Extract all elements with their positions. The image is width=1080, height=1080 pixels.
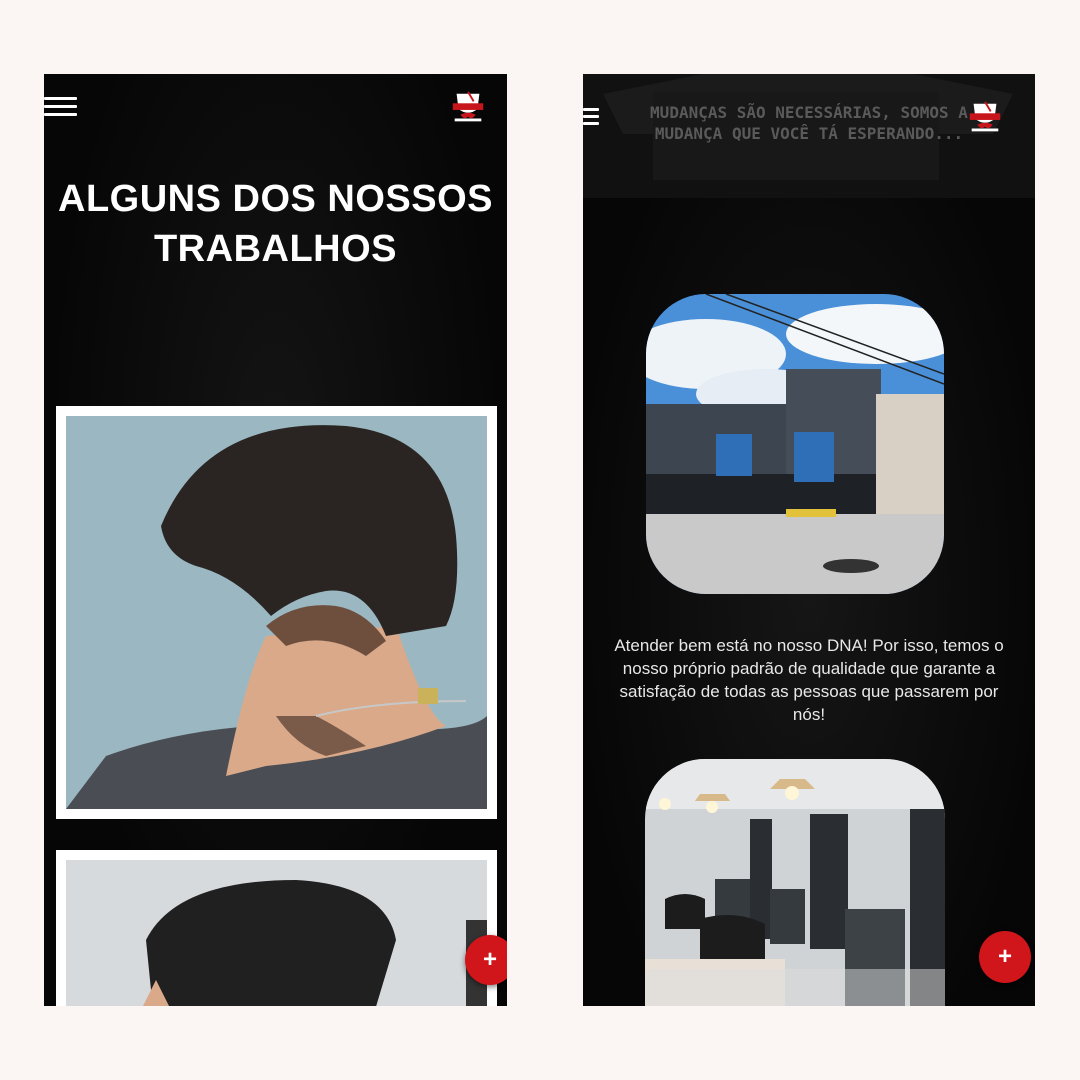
menu-button[interactable]	[583, 108, 599, 125]
storefront-photo[interactable]	[646, 294, 944, 594]
add-button[interactable]: +	[979, 931, 1031, 983]
right-phone-screen: MUDANÇAS SÃO NECESSÁRIAS, SOMOS A MUDANÇ…	[583, 74, 1035, 1006]
add-button[interactable]: +	[465, 935, 507, 985]
hamburger-icon	[583, 108, 599, 111]
work-photo-1[interactable]	[56, 406, 497, 819]
interior-photo[interactable]	[645, 759, 945, 1006]
menu-button[interactable]	[44, 97, 77, 116]
work-photo-2[interactable]	[56, 850, 497, 1006]
haircut-photo-back	[66, 416, 487, 809]
barbearia-logo-icon[interactable]	[966, 100, 1004, 138]
barbearia-logo-icon[interactable]	[449, 90, 487, 128]
hamburger-icon	[44, 97, 77, 100]
banner-slogan: MUDANÇAS SÃO NECESSÁRIAS, SOMOS A MUDANÇ…	[650, 103, 968, 143]
page-title: ALGUNS DOS NOSSOS TRABALHOS	[58, 178, 493, 270]
quality-paragraph: Atender bem está no nosso DNA! Por isso,…	[614, 636, 1004, 724]
haircut-photo-side	[66, 860, 487, 1006]
left-phone-screen: ALGUNS DOS NOSSOS TRABALHOS +	[44, 74, 507, 1006]
